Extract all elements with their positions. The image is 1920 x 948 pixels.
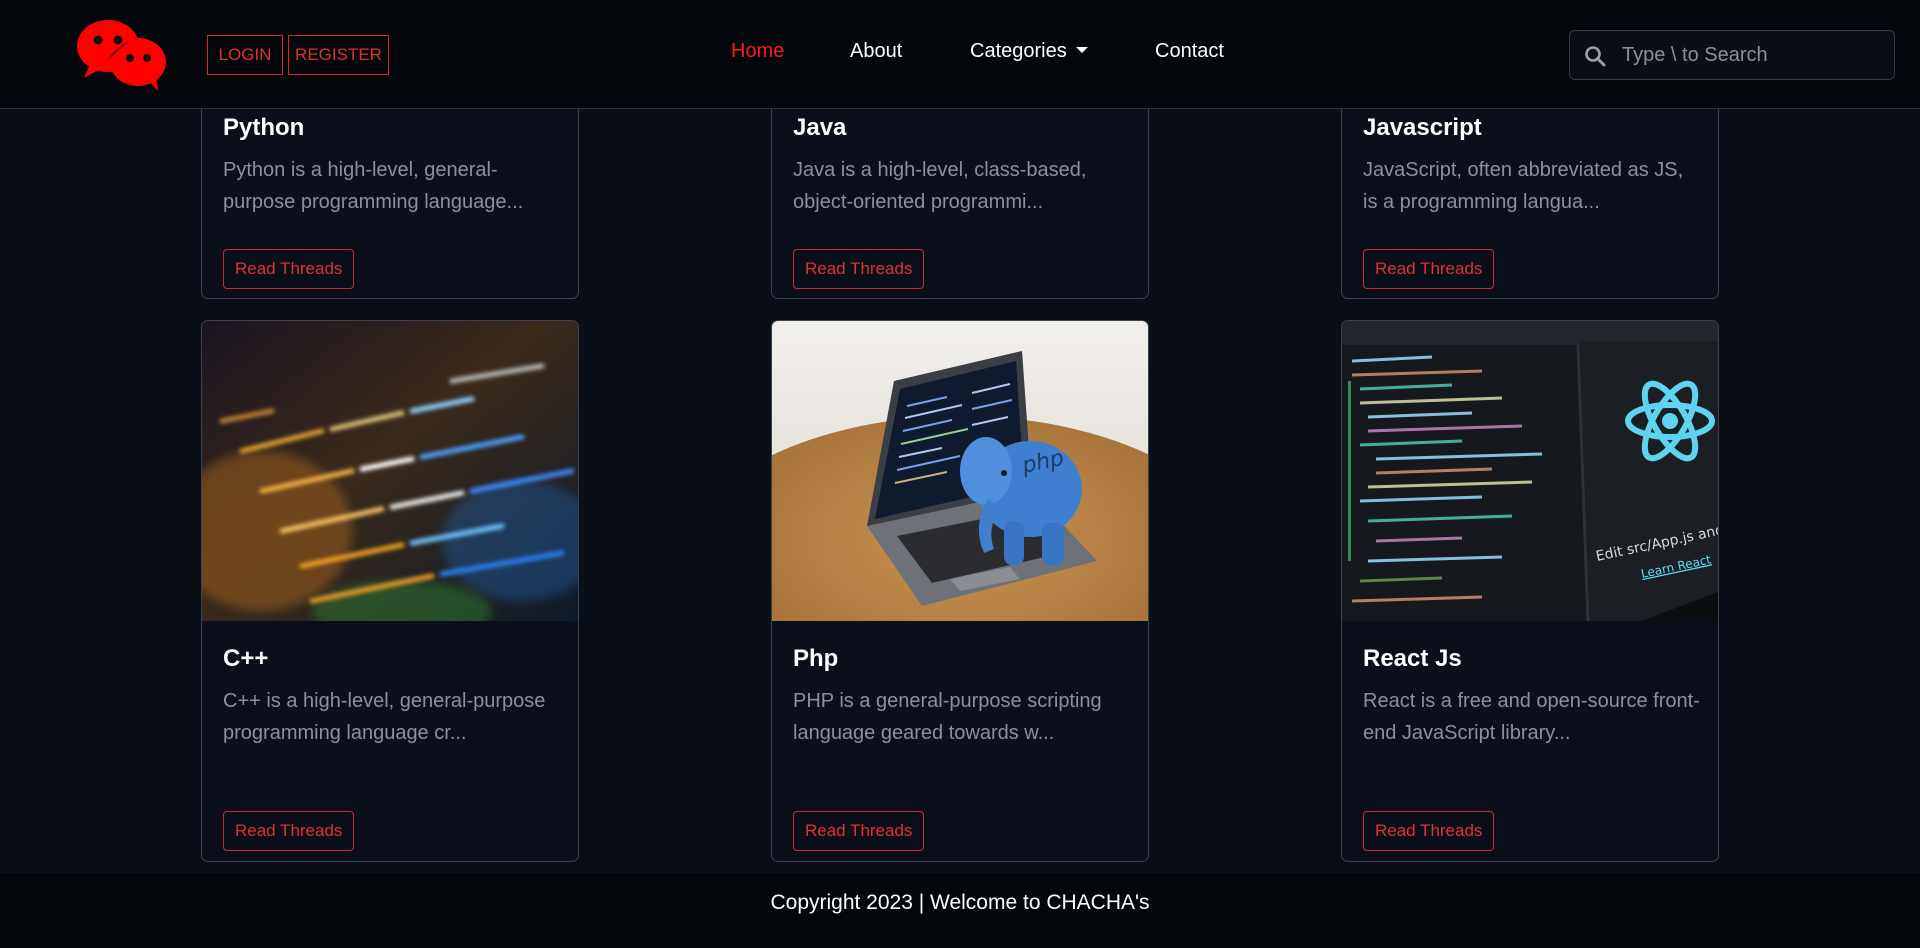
chat-bubbles-logo-icon[interactable]: [76, 16, 168, 92]
code-screen-image: [202, 321, 578, 621]
nav-about[interactable]: About: [850, 40, 902, 63]
card-description: Python is a high-level, general-purpose …: [223, 159, 524, 213]
card-description: JavaScript, often abbreviated as JS, is …: [1363, 159, 1684, 213]
card-description: PHP is a general-purpose scripting langu…: [793, 690, 1102, 744]
card-image: php: [772, 321, 1148, 621]
react-code-screen-image: Edit src/App.js and save to reload. Lear…: [1342, 321, 1718, 621]
footer: Copyright 2023 | Welcome to CHACHA's: [0, 873, 1920, 948]
category-card-php: php Php PHP is a general-purpose scripti…: [771, 320, 1149, 862]
nav-contact[interactable]: Contact: [1155, 40, 1224, 63]
card-image: [202, 321, 578, 621]
card-description: Java is a high-level, class-based, objec…: [793, 159, 1087, 213]
caret-down-icon: [1075, 47, 1088, 53]
nav-home[interactable]: Home: [731, 40, 784, 63]
card-title: React Js: [1363, 645, 1462, 672]
read-threads-button[interactable]: Read Threads: [793, 811, 925, 851]
search-input[interactable]: [1622, 39, 1882, 71]
top-navbar: LOGIN REGISTER Home About Categories Con…: [0, 0, 1920, 109]
read-threads-button[interactable]: Read Threads: [223, 249, 355, 289]
card-title: Python: [223, 114, 305, 141]
card-title: Php: [793, 645, 839, 672]
nav-categories-label: Categories: [970, 40, 1067, 62]
read-threads-button[interactable]: Read Threads: [793, 249, 925, 289]
register-button[interactable]: REGISTER: [288, 35, 389, 75]
category-card-cpp: C++ C++ is a high-level, general-purpose…: [201, 320, 579, 862]
card-image: Edit src/App.js and save to reload. Lear…: [1342, 321, 1718, 621]
read-threads-button[interactable]: Read Threads: [223, 811, 355, 851]
laptop-php-elephant-image: php: [772, 321, 1148, 621]
read-threads-button[interactable]: Read Threads: [1363, 811, 1495, 851]
copyright-text: Copyright 2023 | Welcome to CHACHA's: [770, 891, 1150, 914]
category-card-react: Edit src/App.js and save to reload. Lear…: [1341, 320, 1719, 862]
search-icon: [1585, 46, 1606, 67]
card-description: C++ is a high-level, general-purpose pro…: [223, 690, 546, 744]
card-title: Java: [793, 114, 847, 141]
card-description: React is a free and open-source front-en…: [1363, 690, 1700, 744]
card-title: C++: [223, 645, 269, 672]
card-title: Javascript: [1363, 114, 1482, 141]
login-button[interactable]: LOGIN: [207, 35, 283, 75]
search-box: [1569, 30, 1895, 80]
nav-categories-dropdown[interactable]: Categories: [970, 40, 1088, 63]
read-threads-button[interactable]: Read Threads: [1363, 249, 1495, 289]
